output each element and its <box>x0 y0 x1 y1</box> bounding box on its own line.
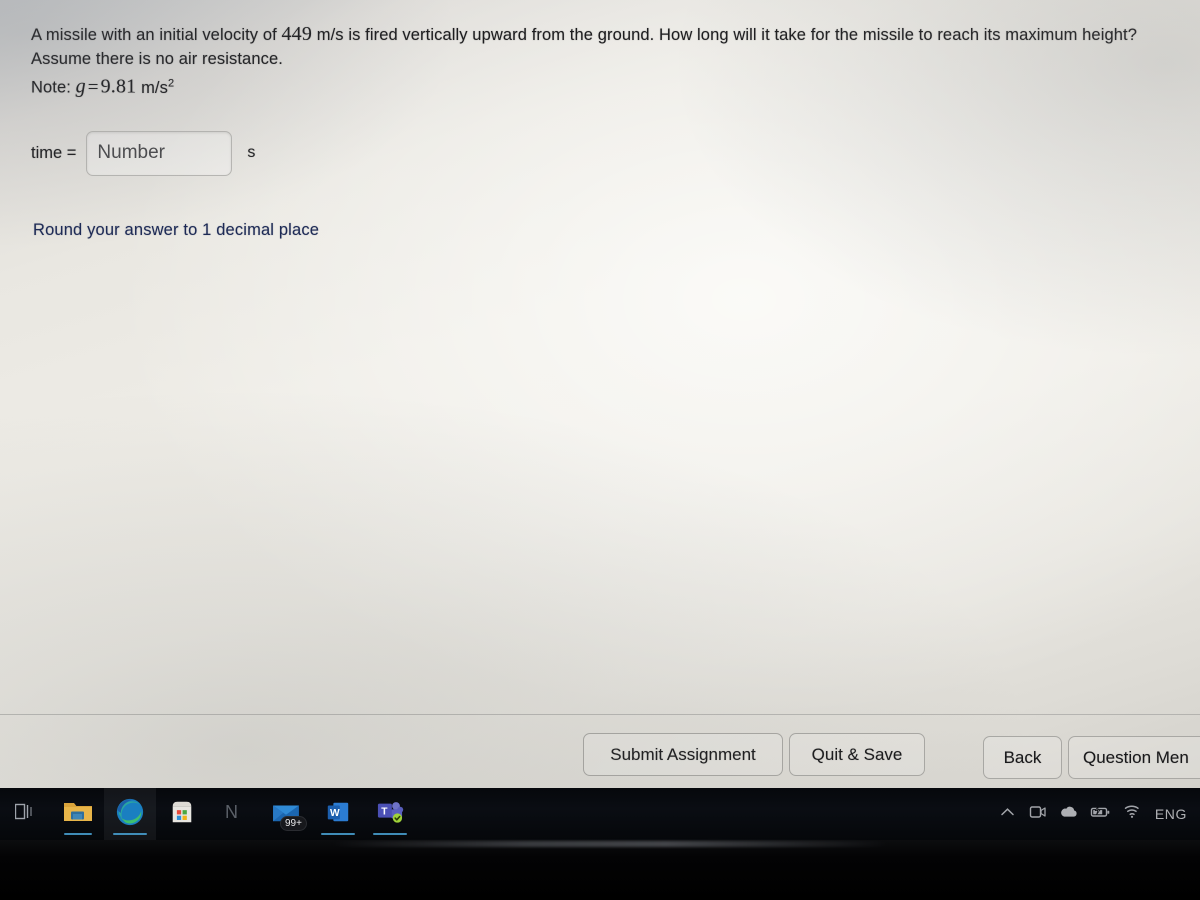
question-panel: A missile with an initial velocity of 44… <box>0 0 1200 714</box>
svg-text:W: W <box>330 807 340 818</box>
taskbar-pinned-apps: N 99+ W T <box>0 788 416 840</box>
camera-device-tray-button[interactable] <box>1024 788 1053 840</box>
question-note-line: Note: g = 9.81 m/s2 <box>31 71 1200 100</box>
windows-taskbar: N 99+ W T ENG <box>0 788 1200 840</box>
answer-row: time = s <box>31 130 1200 176</box>
gravity-unit: m/s2 <box>141 77 175 97</box>
taskbar-running-indicator <box>64 833 92 835</box>
question-line-1: A missile with an initial velocity of 44… <box>31 22 1200 47</box>
answer-input[interactable] <box>86 130 233 176</box>
note-label: Note: <box>31 78 71 97</box>
taskbar-item-task-view[interactable] <box>0 788 52 840</box>
microsoft-edge-icon <box>115 797 145 832</box>
taskbar-running-indicator <box>113 833 147 835</box>
camera-device-icon <box>1029 804 1047 825</box>
taskbar-item-mail[interactable]: 99+ <box>260 788 312 840</box>
taskbar-item-teams[interactable]: T <box>364 788 416 840</box>
show-hidden-icons-button[interactable] <box>993 788 1022 840</box>
onedrive-cloud-icon <box>1059 805 1079 824</box>
microsoft-store-icon <box>169 799 195 830</box>
mail-unread-badge: 99+ <box>280 816 307 831</box>
equals-sign: = <box>87 76 99 98</box>
quit-and-save-button[interactable]: Quit & Save <box>789 733 925 776</box>
wifi-icon <box>1122 804 1141 824</box>
time-label: time = <box>31 143 77 162</box>
question-text-before-value: A missile with an initial velocity of <box>31 26 277 44</box>
onedrive-tray-button[interactable] <box>1055 788 1084 840</box>
chevron-up-icon <box>1000 805 1015 823</box>
initial-velocity-value: 449 <box>281 23 313 45</box>
teams-icon: T <box>376 799 404 830</box>
svg-text:N: N <box>225 802 238 822</box>
action-button-bar: Submit Assignment Quit & Save Back Quest… <box>0 715 1200 788</box>
taskbar-item-microsoft-store[interactable] <box>156 788 208 840</box>
gravity-unit-exponent: 2 <box>167 77 175 89</box>
answer-unit-label: s <box>247 144 256 161</box>
taskbar-item-microsoft-edge[interactable] <box>104 788 156 840</box>
taskbar-running-indicator <box>373 833 407 835</box>
submit-assignment-button[interactable]: Submit Assignment <box>583 733 783 776</box>
browser-content-area: A missile with an initial velocity of 44… <box>0 0 1200 788</box>
battery-charging-icon <box>1090 805 1111 824</box>
gravity-unit-base: m/s <box>141 78 168 97</box>
task-view-icon <box>14 802 37 827</box>
system-tray: ENG <box>993 788 1194 840</box>
taskbar-item-word[interactable]: W <box>312 788 364 840</box>
screenshot-root: A missile with an initial velocity of 44… <box>0 0 1200 900</box>
language-indicator[interactable]: ENG <box>1148 788 1194 840</box>
onenote-icon: N <box>222 800 246 829</box>
rounding-instruction: Round your answer to 1 decimal place <box>33 220 320 239</box>
battery-tray-button[interactable] <box>1086 788 1115 840</box>
taskbar-item-onenote[interactable]: N <box>208 788 260 840</box>
bezel-reflection <box>330 841 890 847</box>
taskbar-running-indicator <box>321 833 355 835</box>
gravity-value: 9.81 <box>100 75 137 98</box>
question-menu-button[interactable]: Question Men <box>1068 736 1200 779</box>
gravity-variable: g <box>75 75 86 98</box>
question-text-after-value: m/s is fired vertically upward from the … <box>316 26 1137 44</box>
file-explorer-icon <box>63 799 93 830</box>
wifi-tray-button[interactable] <box>1117 788 1146 840</box>
taskbar-item-file-explorer[interactable] <box>52 788 104 840</box>
word-icon: W <box>325 799 351 830</box>
laptop-bezel <box>0 840 1200 900</box>
svg-text:T: T <box>381 806 388 817</box>
back-button[interactable]: Back <box>983 736 1062 779</box>
question-line-2: Assume there is no air resistance. <box>31 50 283 68</box>
